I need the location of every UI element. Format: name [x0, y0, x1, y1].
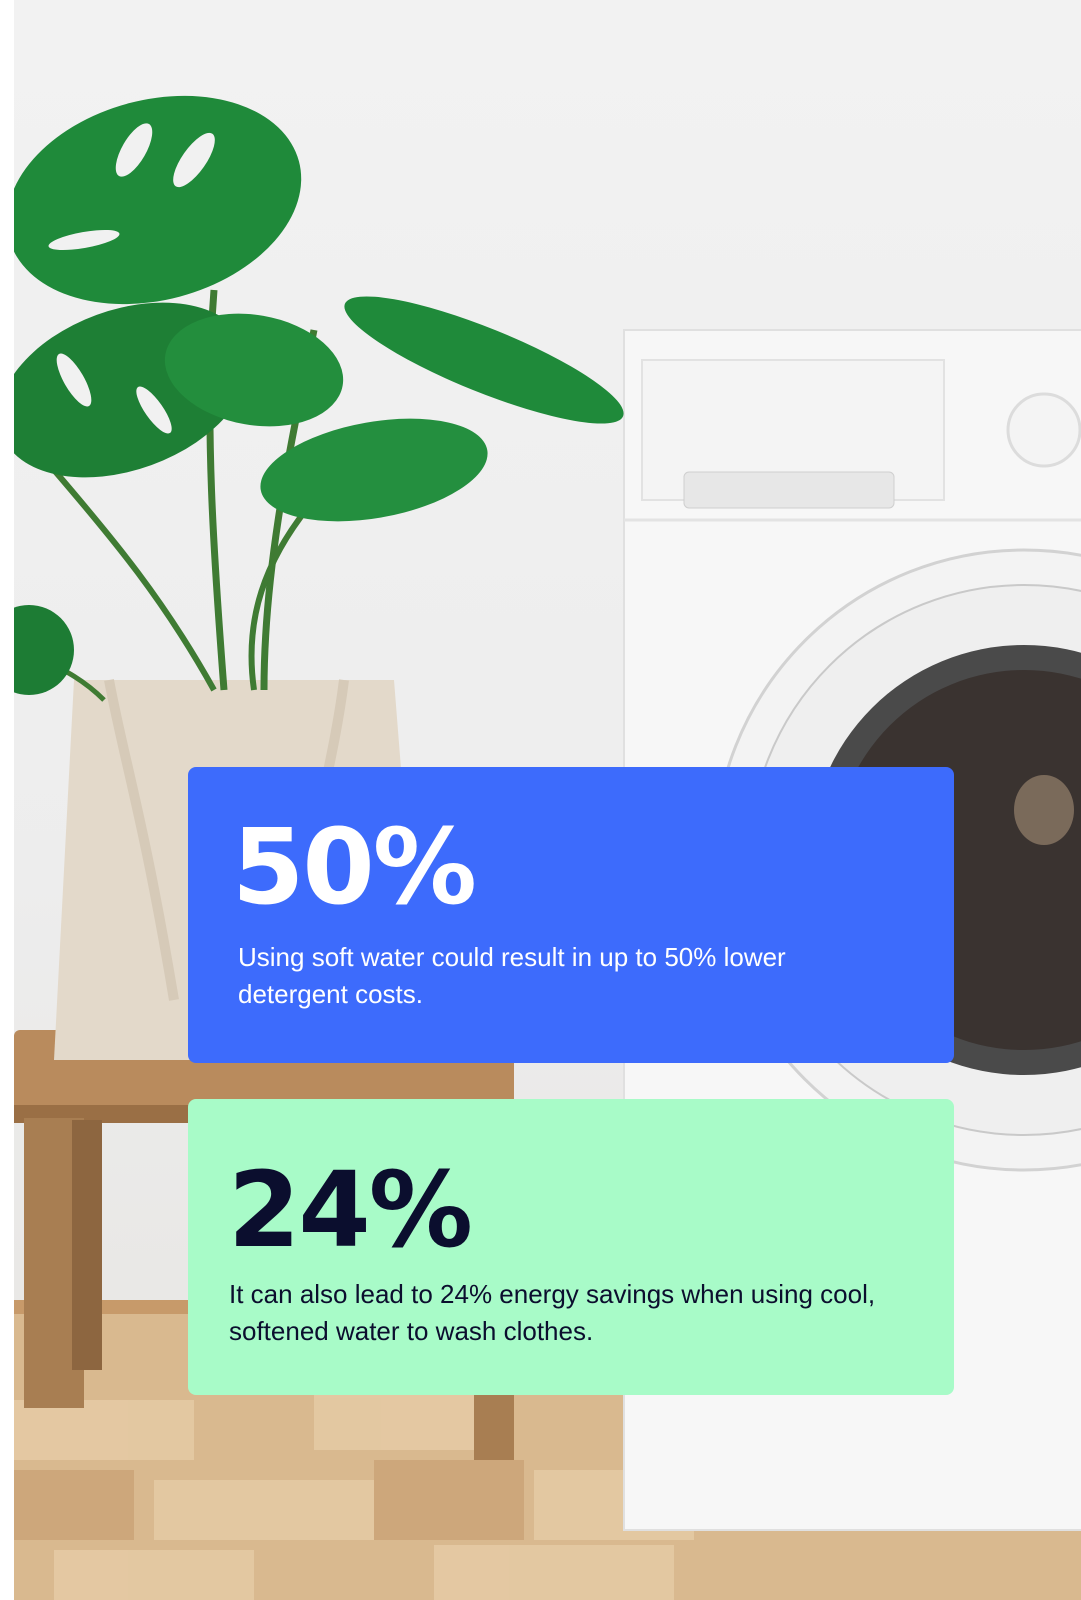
stat-value: 50% — [232, 806, 477, 928]
page-left-edge — [0, 0, 14, 1600]
stat-card-energy: 24% It can also lead to 24% energy savin… — [188, 1099, 954, 1395]
stat-description: It can also lead to 24% energy savings w… — [229, 1279, 876, 1346]
stat-value: 24% — [228, 1149, 473, 1271]
stat-card-detergent: 50% Using soft water could result in up … — [188, 767, 954, 1063]
monstera-plant-icon — [14, 95, 624, 702]
stat-description: Using soft water could result in up to 5… — [238, 942, 786, 1009]
